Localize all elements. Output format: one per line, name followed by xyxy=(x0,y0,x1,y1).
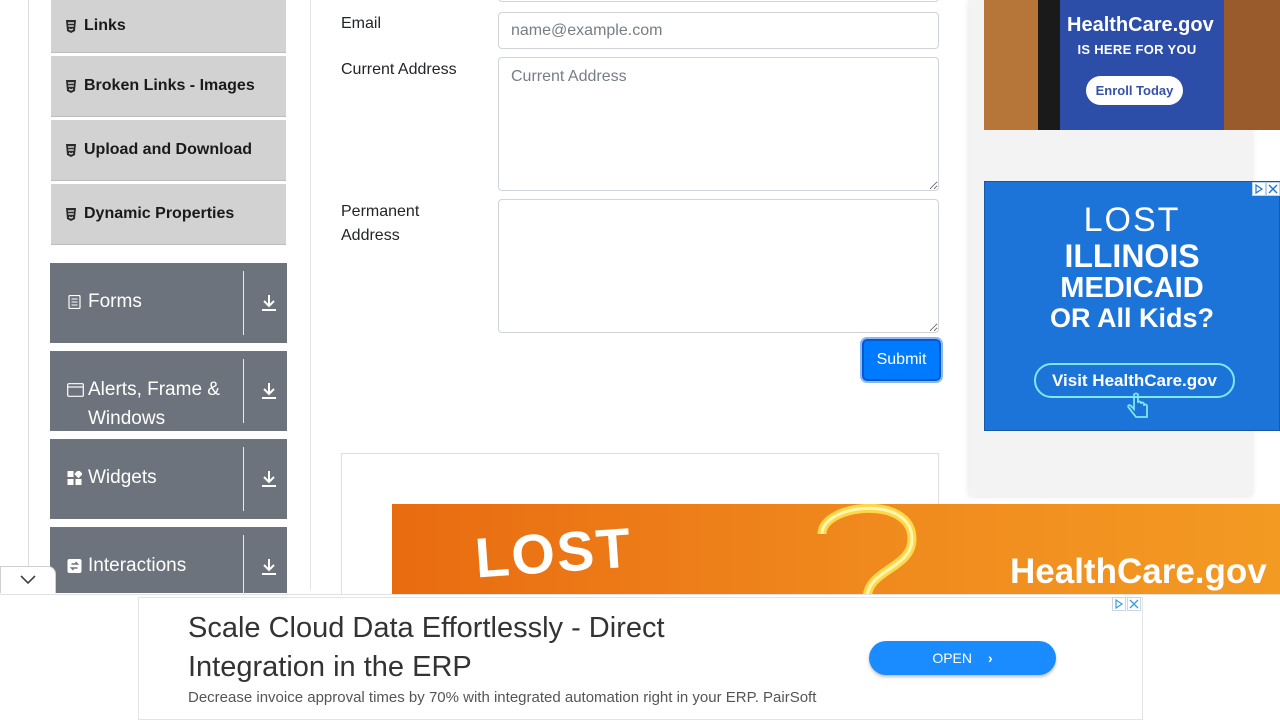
email-field[interactable] xyxy=(498,12,939,49)
group-alerts-frame-windows[interactable]: Alerts, Frame & Windows xyxy=(50,351,287,431)
group-label: Interactions xyxy=(88,555,187,576)
left-border xyxy=(28,0,29,590)
group-label: Alerts, Frame & Windows xyxy=(88,379,220,429)
html5-icon xyxy=(66,207,76,221)
email-label: Email xyxy=(341,15,382,32)
sidebar-item-label: Broken Links - Images xyxy=(84,77,255,94)
ad-middle-line-4: OR All Kids? xyxy=(1049,303,1214,333)
ad-banner-brand: HealthCare.gov xyxy=(1010,552,1267,591)
sidebar-item-upload-download[interactable]: Upload and Download xyxy=(51,120,286,181)
open-button-label: OPEN xyxy=(932,650,972,666)
hand-cursor-icon xyxy=(1127,392,1148,418)
ad-photo-strap xyxy=(1038,0,1060,130)
sidebar-item-dynamic-properties[interactable]: Dynamic Properties xyxy=(51,184,286,245)
widgets-icon xyxy=(67,471,82,485)
ad-photo-hand xyxy=(984,0,1044,130)
html5-icon xyxy=(66,79,76,93)
download-icon[interactable] xyxy=(260,557,278,577)
bottom-ad-title[interactable]: Scale Cloud Data Effortlessly - Direct I… xyxy=(188,609,788,687)
download-icon[interactable] xyxy=(260,381,278,401)
html5-icon xyxy=(66,19,76,33)
chevron-right-icon: › xyxy=(988,650,993,666)
sidebar-divider xyxy=(310,0,311,590)
ad-top-tagline: IS HERE FOR YOU xyxy=(1077,42,1197,57)
ad-banner-headline: LOST xyxy=(472,515,635,590)
sidebar-item-label: Upload and Download xyxy=(84,141,252,158)
permanent-address-label: Permanent Address xyxy=(341,203,420,244)
group-label: Widgets xyxy=(88,467,157,488)
group-forms[interactable]: Forms xyxy=(50,263,287,343)
html5-icon xyxy=(66,143,76,157)
full-name-field[interactable] xyxy=(498,0,939,2)
ad-choices-icon[interactable] xyxy=(1252,182,1266,196)
ad-enroll-button[interactable]: Enroll Today xyxy=(1086,76,1183,105)
bottom-ad-description: Decrease invoice approval times by 70% w… xyxy=(188,689,817,706)
sidebar-item-links[interactable]: Links xyxy=(51,0,286,53)
chevron-down-icon xyxy=(20,575,36,585)
document-icon xyxy=(68,295,81,309)
submit-button[interactable]: Submit xyxy=(862,339,941,381)
group-separator xyxy=(243,359,244,423)
question-mark-graphic xyxy=(817,504,917,594)
bottom-ad-close-icon[interactable] xyxy=(1127,597,1141,611)
bottom-ad-choices-icon[interactable] xyxy=(1112,597,1126,611)
ad-top-brand: HealthCare.gov xyxy=(1067,14,1214,36)
window-icon xyxy=(67,383,84,397)
group-widgets[interactable]: Widgets xyxy=(50,439,287,519)
group-separator xyxy=(243,271,244,335)
permanent-address-field[interactable] xyxy=(498,199,939,333)
ad-middle-line-2: ILLINOIS xyxy=(1064,238,1200,274)
ad-middle-line-3: MEDICAID xyxy=(1060,272,1204,304)
download-icon[interactable] xyxy=(260,469,278,489)
interactions-icon xyxy=(67,559,82,573)
sidebar-item-broken-links[interactable]: Broken Links - Images xyxy=(51,56,286,117)
ad-close-icon[interactable] xyxy=(1266,182,1280,196)
sidebar-item-label: Links xyxy=(84,17,126,34)
current-address-field[interactable] xyxy=(498,57,939,191)
collapse-ad-toggle[interactable] xyxy=(0,566,56,593)
sidebar-item-label: Dynamic Properties xyxy=(84,205,235,222)
group-separator xyxy=(243,535,244,599)
bottom-ad-open-button[interactable]: OPEN › xyxy=(869,641,1056,675)
group-interactions[interactable]: Interactions xyxy=(50,527,287,599)
group-label: Forms xyxy=(88,291,142,312)
ad-photo-edge xyxy=(1224,0,1280,130)
current-address-label: Current Address xyxy=(341,61,457,78)
ad-middle-line-1: LOST xyxy=(1083,201,1181,239)
group-separator xyxy=(243,447,244,511)
download-icon[interactable] xyxy=(260,293,278,313)
